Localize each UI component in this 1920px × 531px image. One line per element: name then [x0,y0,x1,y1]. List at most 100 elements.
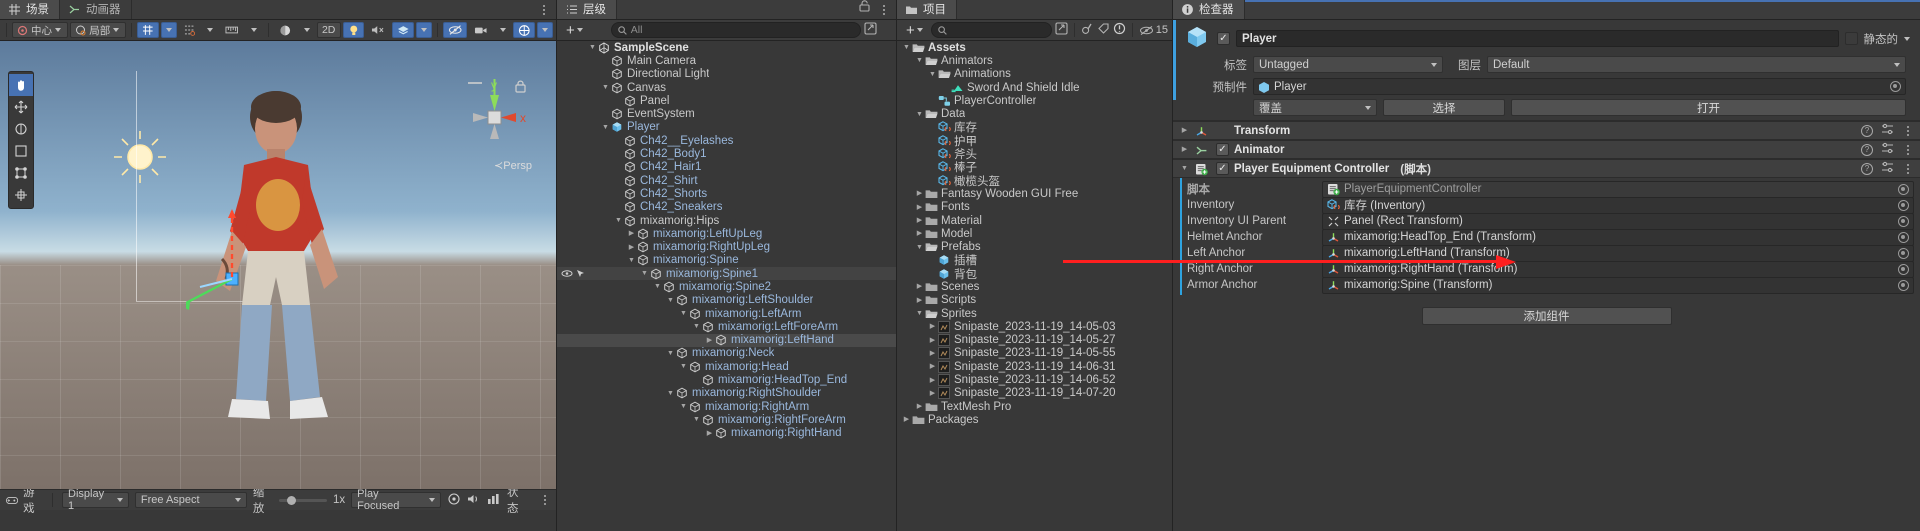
chevron-right-icon[interactable]: ▶ [927,390,938,397]
hierarchy-row[interactable]: • Panel [557,94,896,107]
play-mode-select[interactable]: Play Focused [351,488,442,512]
help-icon[interactable]: ? [1861,143,1873,156]
project-row[interactable]: • PlayerController [897,94,1172,107]
favorites-filter-icon[interactable] [1081,22,1094,38]
project-row[interactable]: • 橄榄头盔 [897,174,1172,188]
scene-camera-dropdown[interactable] [495,22,511,38]
scene-viewport[interactable]: y x ≺Persp [0,41,556,489]
hierarchy-row[interactable]: ▼ mixamorig:RightArm [557,400,896,413]
tool-scale[interactable] [9,140,33,162]
project-row[interactable]: ▼ Assets [897,41,1172,54]
chevron-down-icon[interactable]: ▼ [639,270,650,277]
hierarchy-row[interactable]: • Ch42_Shorts [557,187,896,200]
hierarchy-row[interactable]: ▼ mixamorig:Hips [557,214,896,227]
component-options-icon[interactable] [1902,163,1914,174]
label-filter-icon[interactable] [1097,22,1110,38]
hierarchy-row[interactable]: ▶ mixamorig:LeftUpLeg [557,227,896,240]
mute-audio-button[interactable] [467,493,481,508]
tab-project[interactable]: 项目 [897,0,957,19]
hierarchy-row[interactable]: ▼ mixamorig:LeftArm [557,307,896,320]
hierarchy-row[interactable]: ▼ Canvas [557,81,896,94]
warning-filter-icon[interactable] [1113,22,1126,38]
chevron-down-icon[interactable]: ▼ [600,84,611,91]
chevron-down-icon[interactable]: ▼ [600,124,611,131]
property-object-field[interactable]: PlayerEquipmentController [1322,180,1914,198]
tab-scene[interactable]: 场景 [0,0,60,19]
pivot-mode-button[interactable]: 中心 [11,22,69,38]
chevron-right-icon[interactable]: ▶ [914,283,925,290]
chevron-right-icon[interactable]: ▶ [914,297,925,304]
chevron-right-icon[interactable]: ▶ [927,337,938,344]
chevron-down-icon[interactable]: ▼ [626,257,637,264]
static-checkbox[interactable] [1844,32,1858,45]
tool-rotate[interactable] [9,118,33,140]
object-picker-icon[interactable] [1890,81,1901,92]
preset-icon[interactable] [1881,142,1894,157]
hierarchy-row[interactable]: ▼ mixamorig:Spine1 [557,267,896,281]
hierarchy-tree[interactable]: ▼SampleScene•Main Camera•Directional Lig… [557,41,896,530]
hierarchy-visibility-cell[interactable] [557,269,587,279]
scene-audio-button[interactable] [366,22,389,38]
preset-icon[interactable] [1881,123,1894,138]
project-row[interactable]: ▶ Snipaste_2023-11-19_14-05-55 [897,347,1172,360]
object-picker-icon[interactable] [1898,263,1909,275]
gizmos-toggle-button[interactable] [512,22,536,38]
project-row[interactable]: ▼ Prefabs [897,240,1172,253]
display-select[interactable]: Display 1 [62,488,129,512]
project-row[interactable]: ▶ Snipaste_2023-11-19_14-06-52 [897,373,1172,387]
hierarchy-row[interactable]: • Directional Light [557,68,896,81]
project-tree[interactable]: ▼Assets▼Animators▼Animations•Sword And S… [897,41,1172,530]
shading-dropdown[interactable] [299,22,315,38]
overrides-dropdown[interactable]: 覆盖 [1253,99,1377,116]
snap-increment-dropdown[interactable] [202,22,218,38]
object-picker-icon[interactable] [1898,215,1909,227]
hierarchy-row[interactable]: ▼ mixamorig:Spine2 [557,280,896,293]
project-row[interactable]: •护甲 [897,134,1172,148]
object-name-field[interactable]: Player [1236,30,1839,47]
preset-icon[interactable] [1881,161,1894,176]
property-object-field[interactable]: mixamorig:HeadTop_End (Transform) [1322,228,1914,246]
chevron-right-icon[interactable]: ▶ [901,416,912,423]
project-row[interactable]: ▶ Snipaste_2023-11-19_14-05-03 [897,320,1172,333]
gizmos-game-button[interactable] [447,492,461,509]
property-object-field[interactable]: Panel (Rect Transform) [1322,212,1914,230]
tool-transform[interactable] [9,184,33,206]
hierarchy-row[interactable]: • Ch42_Shirt [557,174,896,187]
project-row[interactable]: ▶ Material [897,214,1172,227]
chevron-down-icon[interactable]: ▼ [652,283,663,290]
hierarchy-search-input[interactable]: All [610,22,861,38]
chevron-down-icon[interactable]: ▼ [678,403,689,410]
scene-options-icon[interactable] [538,5,550,15]
space-mode-button[interactable]: 局部 [70,22,127,38]
hierarchy-row[interactable]: ▼ mixamorig:LeftShoulder [557,294,896,307]
component-enabled-checkbox[interactable]: ✓ [1216,143,1229,156]
chevron-down-icon[interactable]: ▼ [914,244,925,251]
hierarchy-filter-icon[interactable] [864,22,880,38]
project-row[interactable]: ▶ Snipaste_2023-11-19_14-06-31 [897,360,1172,373]
prefab-object-field[interactable]: Player [1253,78,1906,95]
hierarchy-row[interactable]: ▶ mixamorig:LeftHand [557,333,896,347]
hierarchy-row[interactable]: • Ch42_Sneakers [557,201,896,214]
scene-fx-button[interactable] [391,22,415,38]
project-row[interactable]: •棒子 [897,161,1172,174]
object-picker-icon[interactable] [1898,231,1909,243]
project-row[interactable]: ▼ Sprites [897,307,1172,320]
scene-projection-label[interactable]: ≺Persp [494,159,532,172]
chevron-right-icon[interactable]: ▶ [1179,127,1190,134]
hierarchy-row[interactable]: • Ch42_Hair1 [557,161,896,174]
select-button[interactable]: 选择 [1383,99,1505,116]
grid-snap-dropdown[interactable] [161,22,177,38]
snap-increment-button[interactable] [179,22,201,38]
object-picker-icon[interactable] [1898,247,1909,259]
chevron-down-icon[interactable]: ▼ [914,310,925,317]
tool-hand[interactable] [9,74,33,96]
project-row[interactable]: ▶ Model [897,227,1172,240]
chevron-down-icon[interactable] [1904,36,1910,41]
chevron-right-icon[interactable]: ▶ [927,350,938,357]
hierarchy-row[interactable]: ▼ SampleScene [557,41,896,54]
project-filter-icon[interactable] [1055,22,1068,38]
chevron-down-icon[interactable]: ▼ [691,323,702,330]
project-row[interactable]: ▶ Fantasy Wooden GUI Free [897,187,1172,200]
chevron-down-icon[interactable]: ▼ [914,111,925,118]
chevron-down-icon[interactable]: ▼ [665,350,676,357]
